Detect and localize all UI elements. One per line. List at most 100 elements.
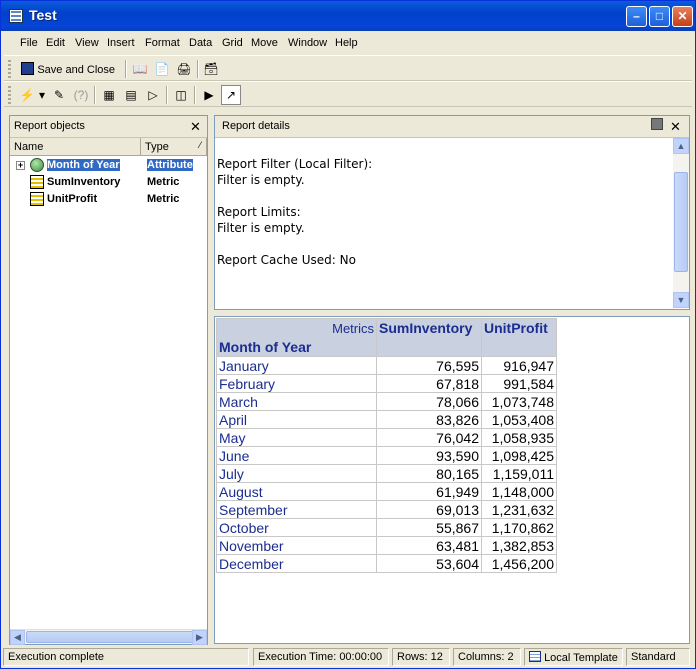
standard-toolbar: Save and Close 📖 📄 🖨 🗃 <box>4 55 692 81</box>
print-icon[interactable]: 🖨 <box>174 59 194 79</box>
column-header-unitprofit[interactable]: UnitProfit <box>481 318 557 357</box>
status-template-label: Local Template <box>544 652 618 664</box>
unitprofit-cell[interactable]: 1,053,408 <box>481 410 557 429</box>
grid-app-icon <box>9 9 23 23</box>
chevron-down-icon[interactable]: ▾ <box>37 85 47 105</box>
suminventory-cell[interactable]: 55,867 <box>376 518 482 537</box>
menu-edit[interactable]: Edit <box>46 37 65 49</box>
suminventory-cell[interactable]: 80,165 <box>376 464 482 483</box>
toolbar-grip[interactable] <box>8 60 11 78</box>
properties-icon[interactable]: 🗃 <box>201 59 221 79</box>
unitprofit-cell[interactable]: 991,584 <box>481 374 557 393</box>
sort-indicator-icon: ⁄ <box>199 140 201 150</box>
edit-report-icon[interactable]: ✎ <box>49 85 69 105</box>
close-icon[interactable]: ✕ <box>190 119 201 135</box>
save-and-close-button[interactable]: Save and Close <box>18 59 122 79</box>
horizontal-scrollbar[interactable]: ◀ ▶ <box>10 629 207 645</box>
column-header-suminventory[interactable]: SumInventory <box>376 318 482 357</box>
menu-insert[interactable]: Insert <box>107 37 135 49</box>
minimize-button[interactable]: – <box>626 6 647 27</box>
unitprofit-cell[interactable]: 916,947 <box>481 356 557 375</box>
scroll-thumb[interactable] <box>674 172 688 272</box>
month-cell[interactable]: April <box>216 410 377 429</box>
status-execution-time: Execution Time: 00:00:00 <box>253 648 389 666</box>
report-details-title: Report details <box>222 120 290 132</box>
month-cell[interactable]: August <box>216 482 377 501</box>
menu-grid[interactable]: Grid <box>222 37 243 49</box>
unitprofit-cell[interactable]: 1,159,011 <box>481 464 557 483</box>
month-cell[interactable]: March <box>216 392 377 411</box>
expand-icon[interactable]: + <box>16 161 25 170</box>
grid-body: January 76,595 916,947 February 67,818 991,58… <box>216 356 557 573</box>
month-cell[interactable]: November <box>216 536 377 555</box>
grid-view-icon[interactable]: ▤ <box>121 85 141 105</box>
close-icon[interactable]: ✕ <box>670 119 681 135</box>
name-column-header[interactable]: Name <box>10 138 141 156</box>
scroll-right-icon[interactable]: ▶ <box>192 630 207 645</box>
print-preview-icon[interactable]: 📄 <box>152 59 172 79</box>
design-view-icon[interactable]: ▦ <box>99 85 119 105</box>
menu-help[interactable]: Help <box>335 37 358 49</box>
suminventory-cell[interactable]: 76,042 <box>376 428 482 447</box>
month-cell[interactable]: May <box>216 428 377 447</box>
object-row-metric[interactable]: SumInventory Metric <box>10 174 207 191</box>
suminventory-cell[interactable]: 76,595 <box>376 356 482 375</box>
unitprofit-cell[interactable]: 1,073,748 <box>481 392 557 411</box>
month-cell[interactable]: July <box>216 464 377 483</box>
object-row-metric[interactable]: UnitProfit Metric <box>10 191 207 208</box>
help-query-icon[interactable]: (?) <box>71 85 91 105</box>
unitprofit-cell[interactable]: 1,456,200 <box>481 554 557 573</box>
menu-window[interactable]: Window <box>288 37 327 49</box>
menu-view[interactable]: View <box>75 37 99 49</box>
unitprofit-cell[interactable]: 1,382,853 <box>481 536 557 555</box>
type-column-header[interactable]: Type ⁄ <box>141 138 207 156</box>
suminventory-cell[interactable]: 53,604 <box>376 554 482 573</box>
month-cell[interactable]: October <box>216 518 377 537</box>
unitprofit-cell[interactable]: 1,170,862 <box>481 518 557 537</box>
shortcut-icon[interactable]: ↗ <box>221 85 241 105</box>
status-message: Execution complete <box>3 648 249 666</box>
month-cell[interactable]: February <box>216 374 377 393</box>
scroll-left-icon[interactable]: ◀ <box>10 630 25 645</box>
menu-file[interactable]: File <box>20 37 38 49</box>
vertical-scrollbar[interactable]: ▲ ▼ <box>673 138 689 308</box>
maximize-button[interactable]: □ <box>649 6 670 27</box>
close-button[interactable]: ✕ <box>672 6 693 27</box>
export-icon[interactable]: ▶ <box>199 85 219 105</box>
unitprofit-cell[interactable]: 1,058,935 <box>481 428 557 447</box>
title-bar[interactable]: Test – □ ✕ <box>1 1 695 31</box>
menu-format[interactable]: Format <box>145 37 180 49</box>
book-icon[interactable]: 📖 <box>130 59 150 79</box>
scroll-down-icon[interactable]: ▼ <box>673 292 689 308</box>
month-cell[interactable]: September <box>216 500 377 519</box>
suminventory-cell[interactable]: 67,818 <box>376 374 482 393</box>
table-row: September 69,013 1,231,632 <box>216 500 557 519</box>
unitprofit-cell[interactable]: 1,098,425 <box>481 446 557 465</box>
month-cell[interactable]: January <box>216 356 377 375</box>
column-header-label: UnitProfit <box>484 319 548 336</box>
suminventory-cell[interactable]: 78,066 <box>376 392 482 411</box>
suminventory-cell[interactable]: 63,481 <box>376 536 482 555</box>
row-header-month-of-year[interactable]: Month of Year <box>216 338 377 357</box>
menu-data[interactable]: Data <box>189 37 212 49</box>
run-report-icon[interactable]: ⚡ <box>17 85 37 105</box>
suminventory-cell[interactable]: 61,949 <box>376 482 482 501</box>
page-view-icon[interactable]: ◫ <box>171 85 191 105</box>
month-cell[interactable]: June <box>216 446 377 465</box>
metrics-header[interactable]: Metrics <box>216 318 377 339</box>
suminventory-cell[interactable]: 83,826 <box>376 410 482 429</box>
suminventory-cell[interactable]: 93,590 <box>376 446 482 465</box>
filter-view-icon[interactable]: ▷ <box>143 85 163 105</box>
object-row-attribute[interactable]: + Month of Year Attribute <box>10 157 207 174</box>
month-cell[interactable]: December <box>216 554 377 573</box>
menu-move[interactable]: Move <box>251 37 278 49</box>
suminventory-cell[interactable]: 69,013 <box>376 500 482 519</box>
status-template: Local Template <box>524 648 623 666</box>
scroll-up-icon[interactable]: ▲ <box>673 138 689 154</box>
scroll-thumb[interactable] <box>26 631 194 643</box>
unitprofit-cell[interactable]: 1,231,632 <box>481 500 557 519</box>
report-toolbar: ⚡ ▾ ✎ (?) ▦ ▤ ▷ ◫ ▶ ↗ <box>4 81 692 107</box>
minimize-pane-icon[interactable] <box>651 118 663 130</box>
unitprofit-cell[interactable]: 1,148,000 <box>481 482 557 501</box>
toolbar-grip[interactable] <box>8 86 11 104</box>
